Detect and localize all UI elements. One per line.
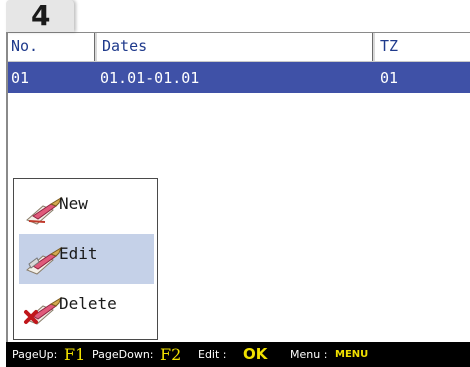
column-divider	[94, 33, 100, 61]
menu-label: Menu :	[290, 348, 328, 361]
column-header-no[interactable]: No.	[11, 37, 91, 55]
menu-item-label: Edit	[59, 244, 98, 263]
f1-key-hint: F1	[64, 345, 86, 364]
menu-item-delete[interactable]: Delete	[19, 284, 154, 334]
delete-icon	[24, 296, 63, 325]
ok-key-hint: OK	[243, 345, 268, 363]
edit-label: Edit :	[198, 348, 227, 361]
column-header-dates[interactable]: Dates	[102, 37, 147, 55]
menu-item-label: New	[59, 194, 88, 213]
step-number: 4	[31, 0, 51, 32]
menu-key-hint: MENU	[335, 349, 369, 360]
cell-dates: 01.01-01.01	[100, 69, 200, 87]
new-icon	[26, 196, 63, 225]
menu-item-edit[interactable]: Edit	[19, 234, 154, 284]
table-header: No. Dates TZ	[8, 33, 470, 62]
menu-item-new[interactable]: New	[19, 184, 154, 234]
column-divider	[372, 33, 378, 61]
cell-no: 01	[11, 69, 30, 87]
column-header-tz[interactable]: TZ	[380, 37, 398, 55]
f2-key-hint: F2	[160, 345, 182, 364]
pageup-label: PageUp:	[12, 348, 58, 361]
pagedown-label: PageDown:	[92, 348, 154, 361]
cell-tz: 01	[380, 69, 399, 87]
edit-icon	[26, 246, 63, 275]
context-menu: New Edit Delete	[13, 178, 158, 340]
table-row[interactable]: 01 01.01-01.01 01	[8, 62, 470, 93]
key-hint-bar: PageUp: F1 PageDown: F2 Edit : OK Menu :…	[6, 342, 470, 367]
step-number-tab: 4	[6, 0, 74, 32]
device-screen: No. Dates TZ 01 01.01-01.01 01 New Edit …	[6, 32, 470, 367]
menu-item-label: Delete	[59, 294, 117, 313]
